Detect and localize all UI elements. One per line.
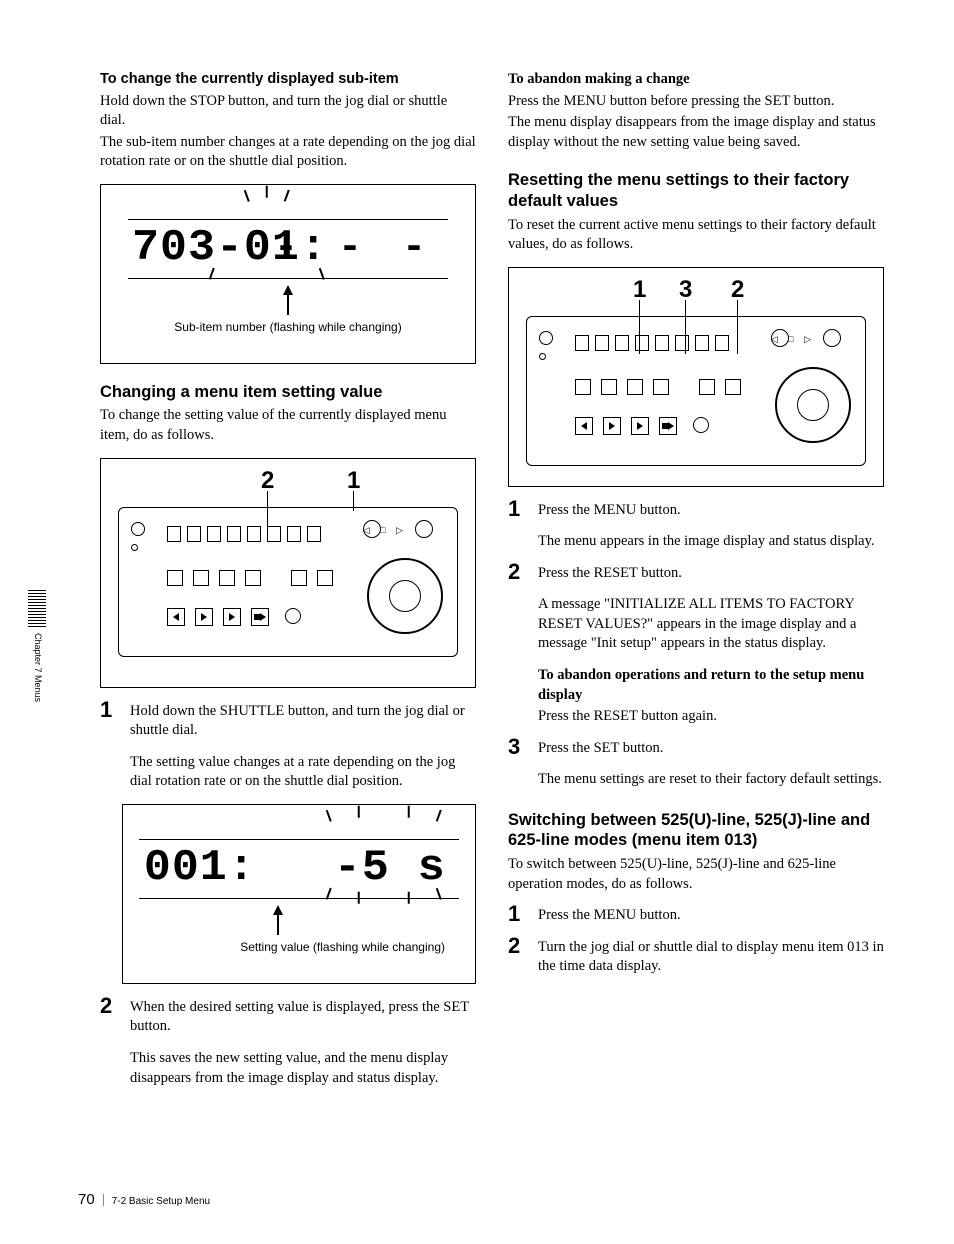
step-number: 1 [508, 498, 528, 520]
text: Press the RESET button again. [538, 707, 884, 727]
step-text: When the desired setting value is displa… [130, 998, 476, 1037]
step-number: 2 [100, 995, 120, 1017]
chapter-label: Chapter 7 Menus [32, 633, 44, 702]
step-subtext: This saves the new setting value, and th… [130, 1049, 476, 1088]
step-subtext: A message "INITIALIZE ALL ITEMS TO FACTO… [538, 595, 884, 654]
figure-control-panel-1: 2 1 ◁ □ ▷ [100, 458, 476, 688]
lcd-readout: 001: [144, 839, 256, 898]
text: The sub-item number changes at a rate de… [100, 133, 476, 172]
heading-reset: Resetting the menu settings to their fac… [508, 170, 884, 211]
figure-caption: Setting value (flashing while changing) [133, 939, 465, 955]
step-subtext: The menu settings are reset to their fac… [538, 770, 884, 790]
heading-change-value: Changing a menu item setting value [100, 382, 476, 403]
text: Press the MENU button before pressing th… [508, 92, 884, 112]
step-text: Press the RESET button. [538, 564, 884, 584]
figure-value-lcd: 001: -5 s Setting value (flashing while … [122, 804, 476, 984]
step-subtext: The menu appears in the image display an… [538, 532, 884, 552]
section-label: 7-2 Basic Setup Menu [112, 1195, 210, 1209]
step-number: 2 [508, 935, 528, 957]
step-subtext: The setting value changes at a rate depe… [130, 753, 476, 792]
step-text: Turn the jog dial or shuttle dial to dis… [538, 938, 884, 977]
heading-change-subitem: To change the currently displayed sub-it… [100, 70, 476, 90]
text: To switch between 525(U)-line, 525(J)-li… [508, 855, 884, 894]
heading-abandon: To abandon making a change [508, 70, 884, 90]
control-panel-illustration: ◁ □ ▷ [118, 507, 458, 657]
step-number: 1 [100, 699, 120, 721]
figure-subitem-lcd: 703-01: - - - Sub-item number (flashing … [100, 184, 476, 364]
lcd-dashes: - - - [274, 222, 434, 276]
sub-heading: To abandon operations and return to the … [538, 666, 884, 705]
right-column: To abandon making a change Press the MEN… [508, 70, 884, 1100]
text: To reset the current active menu setting… [508, 216, 884, 255]
control-panel-illustration: ◁ □ ▷ [526, 316, 866, 466]
lcd-value: -5 s [334, 839, 446, 898]
heading-switch-modes: Switching between 525(U)-line, 525(J)-li… [508, 810, 884, 851]
step-text: Press the MENU button. [538, 906, 884, 926]
step-number: 2 [508, 561, 528, 583]
text: The menu display disappears from the ima… [508, 113, 884, 152]
left-column: To change the currently displayed sub-it… [100, 70, 476, 1100]
figure-control-panel-2: 1 3 2 ◁ □ ▷ [508, 267, 884, 487]
text: Hold down the STOP button, and turn the … [100, 92, 476, 131]
page-footer: 70 7-2 Basic Setup Menu [78, 1190, 210, 1210]
side-tab: Chapter 7 Menus [28, 590, 68, 760]
text: To change the setting value of the curre… [100, 406, 476, 445]
step-text: Press the MENU button. [538, 501, 884, 521]
step-number: 1 [508, 903, 528, 925]
page-number: 70 [78, 1190, 95, 1210]
figure-caption: Sub-item number (flashing while changing… [111, 319, 465, 335]
step-text: Press the SET button. [538, 739, 884, 759]
step-text: Hold down the SHUTTLE button, and turn t… [130, 702, 476, 741]
step-number: 3 [508, 736, 528, 758]
